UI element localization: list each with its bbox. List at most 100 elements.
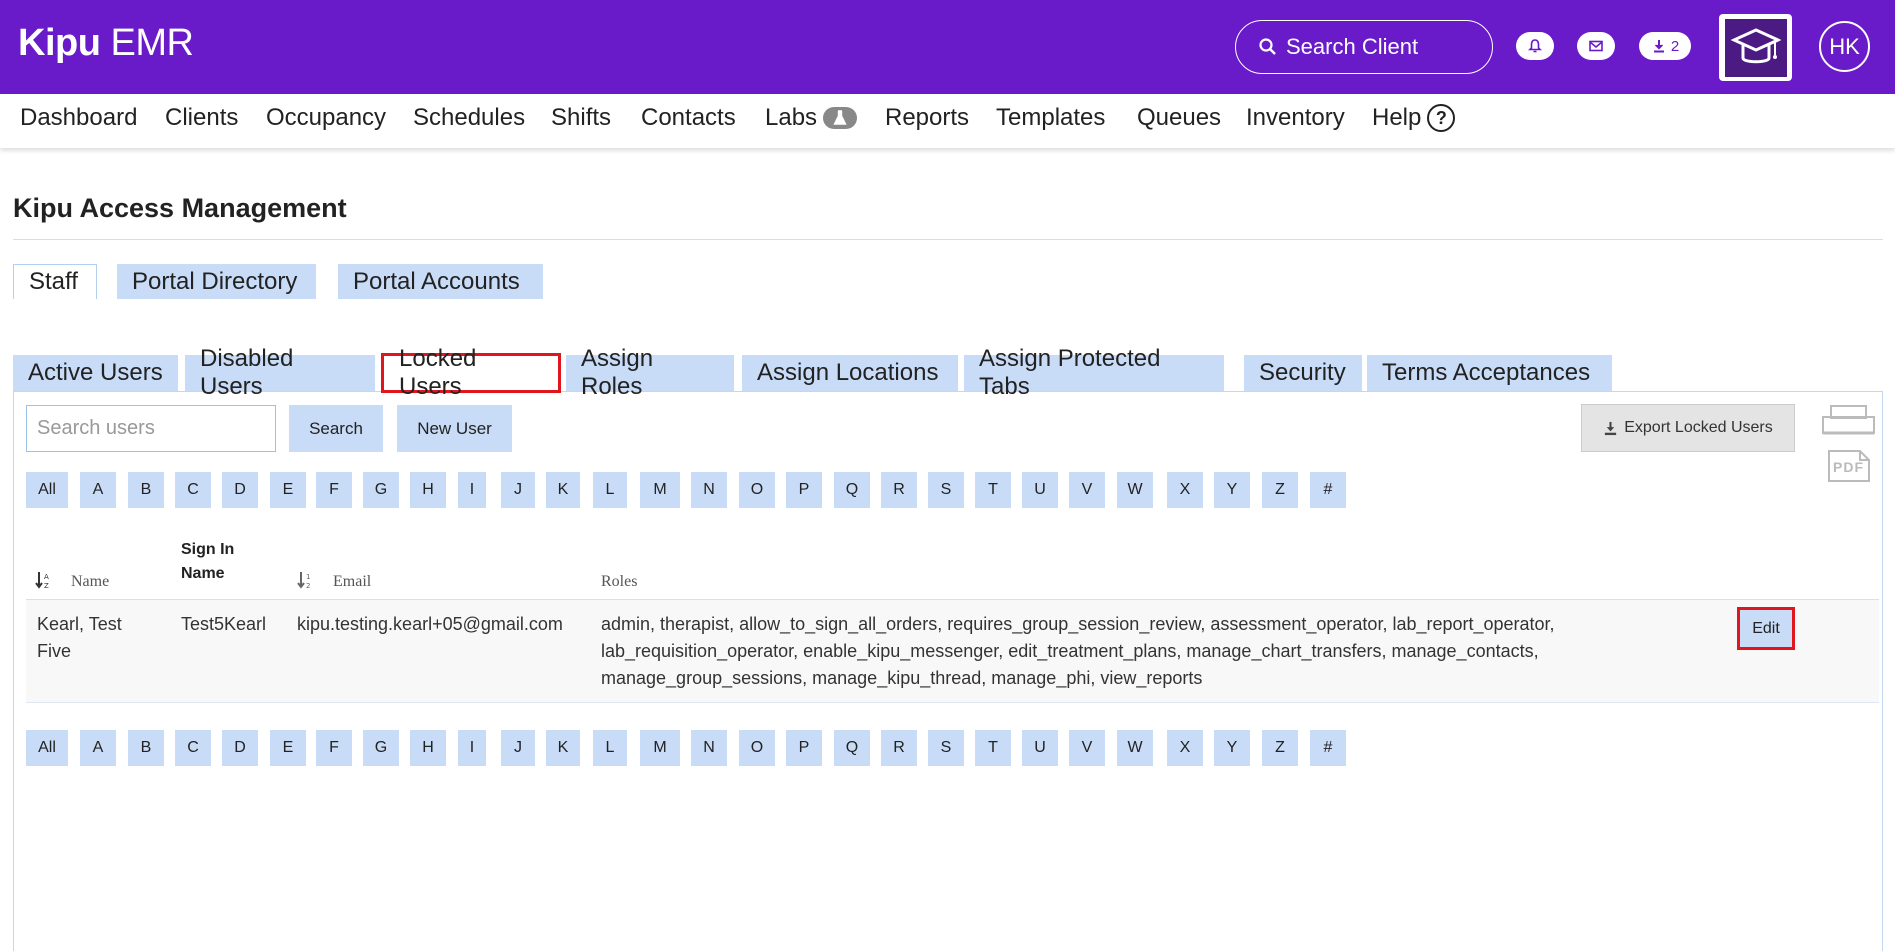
letter-filter-i[interactable]: I [458,472,486,508]
academy-button[interactable] [1719,14,1792,81]
letter-filter-p[interactable]: P [786,472,822,508]
letter-filter-all[interactable]: All [26,730,68,766]
tab-assign-roles[interactable]: Assign Roles [566,345,734,400]
letter-filter-k[interactable]: K [546,730,580,766]
letter-filter-w[interactable]: W [1117,730,1153,766]
nav-templates-label: Templates [996,104,1106,131]
header-roles: Roles [601,573,638,590]
letter-filter-l[interactable]: L [593,730,627,766]
letter-filter-u[interactable]: U [1022,472,1058,508]
letter-filter-z[interactable]: Z [1262,730,1298,766]
letter-filter-h[interactable]: H [410,730,446,766]
letter-filter-d[interactable]: D [222,472,258,508]
letter-filter-c[interactable]: C [175,730,211,766]
letter-filter-v[interactable]: V [1069,472,1105,508]
letter-filter-x[interactable]: X [1167,730,1203,766]
header-email[interactable]: Email [333,573,371,591]
edit-button[interactable]: Edit [1737,607,1795,650]
nav-dashboard[interactable]: Dashboard [20,104,137,132]
letter-filter-b[interactable]: B [128,472,164,508]
letter-filter-x[interactable]: X [1167,472,1203,508]
letter-filter-n[interactable]: N [691,472,727,508]
letter-filter-p[interactable]: P [786,730,822,766]
nav-occupancy[interactable]: Occupancy [266,104,386,132]
svg-text:1: 1 [306,573,310,581]
letter-filter-all[interactable]: All [26,472,68,508]
export-locked-users-button[interactable]: Export Locked Users [1581,404,1795,452]
letter-filter-v[interactable]: V [1069,730,1105,766]
letter-filter-e[interactable]: E [270,472,306,508]
search-client-button[interactable]: Search Client [1235,20,1493,74]
letter-filter-q[interactable]: Q [834,472,870,508]
downloads-button[interactable]: 2 [1639,32,1691,60]
letter-filter-b[interactable]: B [128,730,164,766]
letter-filter-g[interactable]: G [363,730,399,766]
letter-filter-s[interactable]: S [928,472,964,508]
letter-filter-s[interactable]: S [928,730,964,766]
search-button[interactable]: Search [289,405,383,452]
nav-help[interactable]: Help ? [1372,104,1456,132]
letter-filter-q[interactable]: Q [834,730,870,766]
letter-filter-hash[interactable]: # [1310,472,1346,508]
letter-filter-c[interactable]: C [175,472,211,508]
letter-filter-r[interactable]: R [881,730,917,766]
letter-filter-t[interactable]: T [975,730,1011,766]
tab-staff[interactable]: Staff [13,264,97,299]
letter-filter-o[interactable]: O [739,472,775,508]
nav-queues[interactable]: Queues [1137,104,1221,132]
letter-filter-n[interactable]: N [691,730,727,766]
print-icon[interactable] [1821,405,1876,437]
letter-filter-d[interactable]: D [222,730,258,766]
tab-locked-users[interactable]: Locked Users [381,345,561,400]
letter-filter-a[interactable]: A [80,730,116,766]
letter-filter-e[interactable]: E [270,730,306,766]
nav-contacts[interactable]: Contacts [641,104,736,132]
tab-disabled-users[interactable]: Disabled Users [185,345,375,400]
nav-shifts[interactable]: Shifts [551,104,611,132]
letter-filter-l[interactable]: L [593,472,627,508]
letter-filter-i[interactable]: I [458,730,486,766]
tab-portal-accounts[interactable]: Portal Accounts [338,264,543,299]
nav-schedules[interactable]: Schedules [413,104,525,132]
letter-filter-y[interactable]: Y [1214,472,1250,508]
tab-security[interactable]: Security [1244,355,1362,391]
letter-filter-a[interactable]: A [80,472,116,508]
user-avatar[interactable]: HK [1819,21,1870,72]
letter-filter-u[interactable]: U [1022,730,1058,766]
sort-email-icon[interactable]: 1 2 [297,570,315,590]
letter-filter-r[interactable]: R [881,472,917,508]
letter-filter-f[interactable]: F [316,730,352,766]
search-users-input[interactable] [26,405,276,452]
letter-filter-h[interactable]: H [410,472,446,508]
app-logo[interactable]: Kipu EMR [18,22,194,65]
letter-filter-o[interactable]: O [739,730,775,766]
tab-portal-directory[interactable]: Portal Directory [117,264,316,299]
letter-filter-k[interactable]: K [546,472,580,508]
nav-clients[interactable]: Clients [165,104,238,132]
nav-labs[interactable]: Labs [765,104,858,132]
letter-filter-m[interactable]: M [640,730,680,766]
letter-filter-f[interactable]: F [316,472,352,508]
letter-filter-z[interactable]: Z [1262,472,1298,508]
nav-templates[interactable]: Templates [996,104,1105,132]
new-user-button[interactable]: New User [397,405,512,452]
letter-filter-m[interactable]: M [640,472,680,508]
tab-assign-protected-tabs[interactable]: Assign Protected Tabs [964,345,1224,400]
letter-filter-hash[interactable]: # [1310,730,1346,766]
tab-active-users[interactable]: Active Users [13,355,178,391]
letter-filter-j[interactable]: J [501,472,535,508]
letter-filter-t[interactable]: T [975,472,1011,508]
notifications-button[interactable] [1516,32,1554,60]
tab-terms-acceptances[interactable]: Terms Acceptances [1367,355,1612,391]
letter-filter-y[interactable]: Y [1214,730,1250,766]
letter-filter-j[interactable]: J [501,730,535,766]
sort-name-icon[interactable]: A Z [35,570,53,590]
header-name[interactable]: Name [71,573,109,591]
messages-button[interactable] [1577,32,1615,60]
letter-filter-g[interactable]: G [363,472,399,508]
pdf-icon[interactable]: PDF [1827,449,1871,483]
letter-filter-w[interactable]: W [1117,472,1153,508]
tab-assign-locations[interactable]: Assign Locations [742,355,958,391]
nav-reports[interactable]: Reports [885,104,969,132]
nav-inventory[interactable]: Inventory [1246,104,1345,132]
